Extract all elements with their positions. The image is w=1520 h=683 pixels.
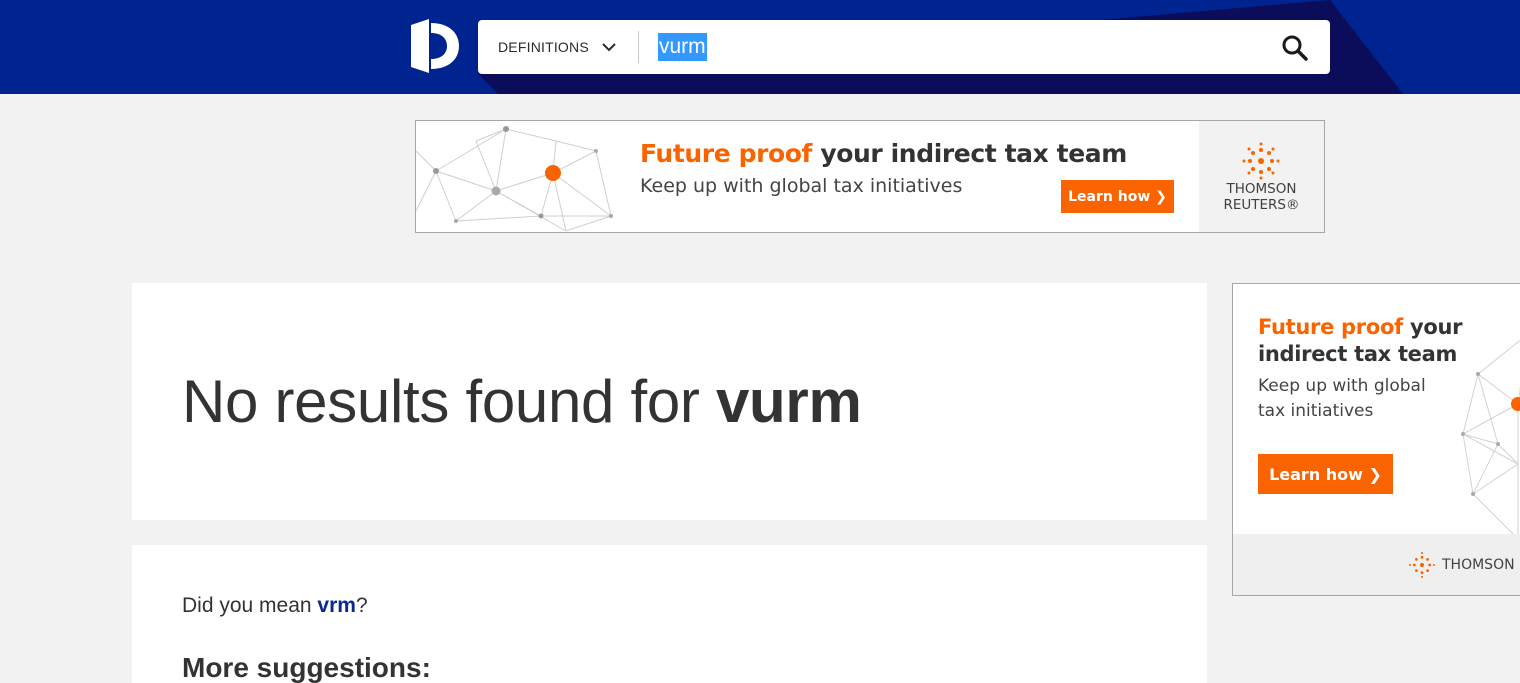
side-ad-headline: Future proof your indirect tax team (1258, 315, 1463, 366)
banner-headline: Future proof your indirect tax team (640, 139, 1127, 168)
side-ad-learn-how-button[interactable]: Learn how ❯ (1258, 454, 1393, 494)
results-card: No results found for vurm (132, 283, 1207, 520)
side-ad[interactable]: Future proof your indirect tax team Keep… (1232, 283, 1520, 596)
top-banner-ad[interactable]: Future proof your indirect tax team Keep… (415, 120, 1325, 233)
did-you-mean: Did you mean vrm? (182, 594, 368, 617)
query-term: vurm (715, 368, 862, 435)
side-ad-subline: Keep up with global tax initiatives (1258, 376, 1426, 421)
search-divider (638, 31, 639, 63)
search-icon[interactable] (1280, 33, 1310, 63)
network-graphic (416, 126, 613, 232)
definitions-dropdown[interactable]: DEFINITIONS (498, 20, 617, 74)
no-results-heading: No results found for vurm (182, 368, 862, 435)
site-header: DEFINITIONS vurm (0, 0, 1520, 94)
chevron-down-icon (602, 43, 616, 52)
thomson-reuters-logo-icon (1242, 142, 1280, 180)
banner-learn-how-button[interactable]: Learn how ❯ (1061, 180, 1174, 213)
more-suggestions-heading: More suggestions: (182, 652, 431, 683)
dictionary-logo-icon[interactable] (409, 19, 459, 73)
search-bar: DEFINITIONS vurm (478, 20, 1330, 74)
search-input[interactable]: vurm (658, 33, 707, 61)
side-ad-brand-footer: THOMSON REUTERS (1233, 534, 1520, 595)
banner-brand-panel: THOMSON REUTERS® (1199, 121, 1324, 232)
brand-name: THOMSON REUTERS® (1223, 181, 1300, 213)
banner-subline: Keep up with global tax initiatives (640, 175, 963, 197)
suggestions-card: Did you mean vrm? More suggestions: (132, 545, 1207, 683)
dropdown-label: DEFINITIONS (498, 39, 589, 55)
side-brand-name: THOMSON REUTERS (1442, 557, 1520, 573)
thomson-reuters-logo-icon (1409, 552, 1435, 578)
suggestion-link-vrm[interactable]: vrm (317, 594, 356, 617)
network-graphic (1461, 339, 1520, 540)
